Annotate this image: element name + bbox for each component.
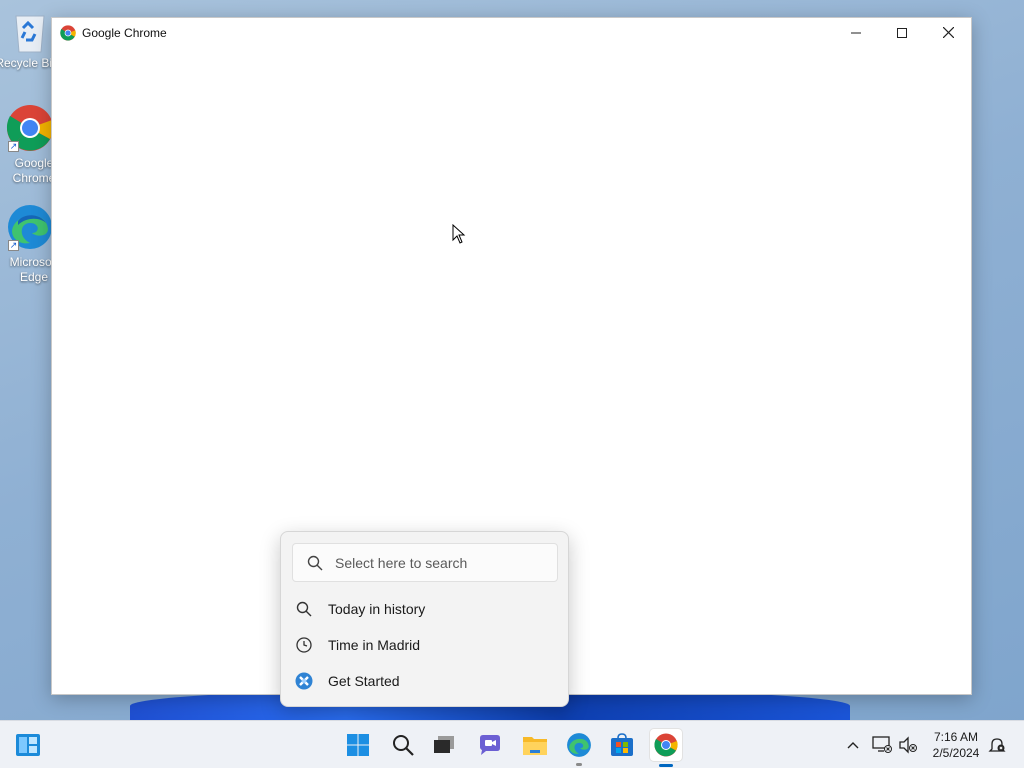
show-hidden-icons-button[interactable] xyxy=(839,729,867,761)
recycle-bin-icon xyxy=(12,12,48,54)
maximize-button[interactable] xyxy=(879,18,925,47)
flyout-item-label: Today in history xyxy=(328,601,426,617)
chat-button[interactable] xyxy=(474,729,506,761)
store-button[interactable] xyxy=(606,729,638,761)
taskbar-clock[interactable]: 7:16 AM 2/5/2024 xyxy=(928,729,984,761)
search-icon xyxy=(307,555,323,571)
flyout-item-get-started[interactable]: Get Started xyxy=(295,666,555,696)
start-icon xyxy=(346,733,370,757)
running-indicator xyxy=(576,763,582,766)
search-icon xyxy=(392,734,414,756)
search-input[interactable] xyxy=(335,554,535,571)
window-title: Google Chrome xyxy=(82,25,167,40)
chat-icon xyxy=(478,734,502,756)
network-icon xyxy=(872,736,892,754)
window-controls xyxy=(833,18,971,47)
widgets-icon xyxy=(15,733,41,757)
desktop-icon-label: Recycle Bin xyxy=(0,56,59,70)
clock-icon xyxy=(295,636,313,654)
clock-time: 7:16 AM xyxy=(933,730,979,744)
notification-bell-icon xyxy=(988,736,1006,754)
title-bar[interactable]: Google Chrome xyxy=(52,18,971,47)
store-icon xyxy=(610,733,634,757)
chrome-icon: ↗ xyxy=(6,104,54,154)
minimize-button[interactable] xyxy=(833,18,879,47)
chrome-icon xyxy=(60,24,76,41)
file-explorer-button[interactable] xyxy=(519,729,551,761)
shortcut-arrow-icon: ↗ xyxy=(8,141,19,152)
taskbar: 7:16 AM 2/5/2024 xyxy=(0,720,1024,768)
task-view-button[interactable] xyxy=(428,729,460,761)
edge-icon xyxy=(566,732,592,758)
chevron-up-icon xyxy=(847,741,859,749)
search-icon xyxy=(295,600,313,618)
volume-button[interactable] xyxy=(894,729,922,761)
flyout-item-label: Time in Madrid xyxy=(328,637,421,653)
flyout-item-today-in-history[interactable]: Today in history xyxy=(295,594,555,624)
active-indicator xyxy=(659,764,673,767)
taskbar-search-button[interactable] xyxy=(387,729,419,761)
edge-icon: ↗ xyxy=(6,203,54,253)
search-flyout: Today in history Time in Madrid Get Star… xyxy=(280,531,569,707)
flyout-item-label: Get Started xyxy=(328,673,400,689)
get-started-icon xyxy=(295,672,313,690)
widgets-button[interactable] xyxy=(12,729,44,761)
start-button[interactable] xyxy=(342,729,374,761)
file-explorer-icon xyxy=(522,734,548,756)
shortcut-arrow-icon: ↗ xyxy=(8,240,19,251)
flyout-item-time-in-madrid[interactable]: Time in Madrid xyxy=(295,630,555,660)
close-button[interactable] xyxy=(925,18,971,47)
clock-date: 2/5/2024 xyxy=(932,746,980,760)
mouse-cursor-icon xyxy=(452,223,466,249)
chrome-taskbar-button[interactable] xyxy=(650,729,682,767)
search-box[interactable] xyxy=(292,543,558,582)
edge-taskbar-button[interactable] xyxy=(563,729,595,766)
volume-muted-icon xyxy=(898,736,918,754)
chrome-icon xyxy=(654,733,678,757)
notifications-button[interactable] xyxy=(984,729,1010,761)
task-view-icon xyxy=(433,735,455,755)
network-button[interactable] xyxy=(868,729,896,761)
